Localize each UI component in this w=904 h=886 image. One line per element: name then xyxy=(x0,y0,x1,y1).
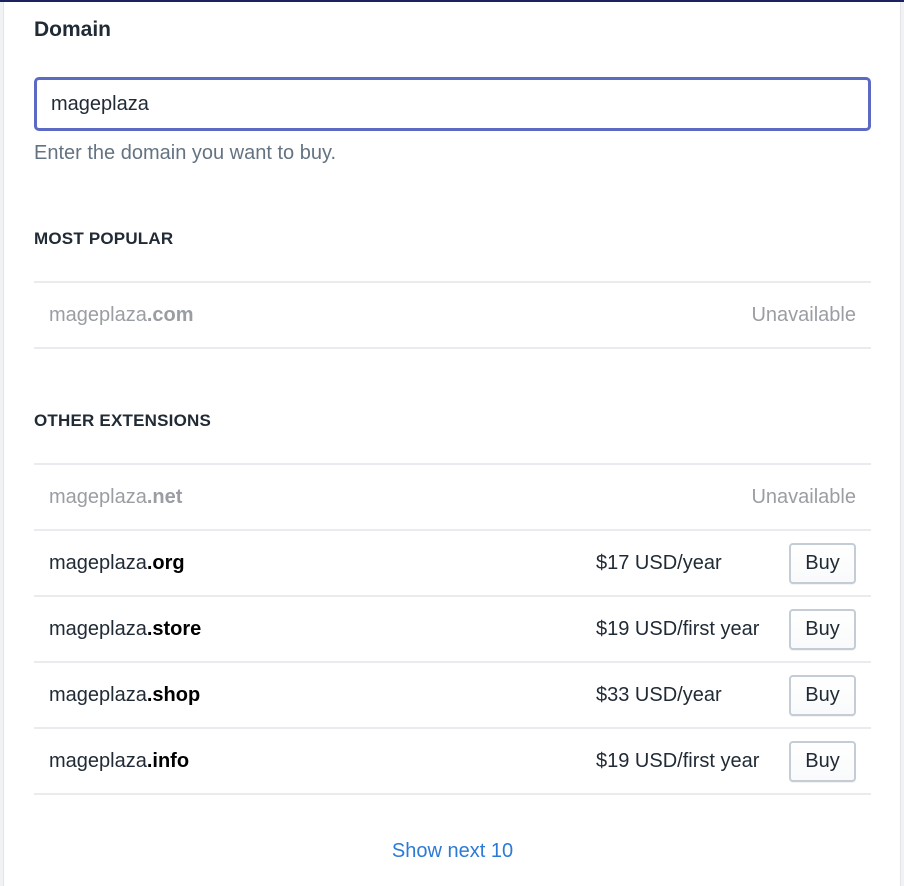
domain-row: mageplaza.org $17 USD/year Buy xyxy=(34,531,871,597)
top-bar xyxy=(0,0,904,2)
show-next-container: Show next 10 xyxy=(34,840,871,863)
domain-name: mageplaza.com xyxy=(49,304,194,327)
other-extensions-list: mageplaza.net Unavailable mageplaza.org … xyxy=(34,463,871,795)
domain-base: mageplaza xyxy=(49,485,147,508)
domain-price: $17 USD/year xyxy=(596,551,722,574)
domain-extension: .store xyxy=(146,617,202,640)
show-next-link[interactable]: Show next 10 xyxy=(392,840,513,862)
domain-price: $19 USD/first year xyxy=(596,617,760,640)
domain-base: mageplaza xyxy=(49,551,147,574)
availability-status: Unavailable xyxy=(751,485,856,508)
domain-extension: .shop xyxy=(146,683,201,706)
availability-status: Unavailable xyxy=(751,303,856,326)
domain-help-text: Enter the domain you want to buy. xyxy=(34,142,337,164)
domain-base: mageplaza xyxy=(49,303,147,326)
domain-extension: .com xyxy=(146,303,194,326)
domain-name: mageplaza.org xyxy=(49,552,185,575)
domain-row: mageplaza.net Unavailable xyxy=(34,465,871,531)
domain-row: mageplaza.info $19 USD/first year Buy xyxy=(34,729,871,795)
buy-button[interactable]: Buy xyxy=(789,542,856,584)
domain-price: $33 USD/year xyxy=(596,683,722,706)
domain-base: mageplaza xyxy=(49,749,147,772)
buy-button[interactable]: Buy xyxy=(789,608,856,650)
most-popular-heading: MOST POPULAR xyxy=(34,229,174,248)
domain-name: mageplaza.info xyxy=(49,750,189,773)
domain-name: mageplaza.store xyxy=(49,618,201,641)
domain-name: mageplaza.net xyxy=(49,486,182,509)
domain-row: mageplaza.com Unavailable xyxy=(34,283,871,349)
domain-price: $19 USD/first year xyxy=(596,749,760,772)
scrollbar[interactable] xyxy=(900,2,904,886)
domain-extension: .info xyxy=(146,749,190,772)
domain-base: mageplaza xyxy=(49,617,147,640)
domain-base: mageplaza xyxy=(49,683,147,706)
buy-button[interactable]: Buy xyxy=(789,740,856,782)
most-popular-list: mageplaza.com Unavailable xyxy=(34,281,871,349)
buy-button[interactable]: Buy xyxy=(789,674,856,716)
other-extensions-heading: OTHER EXTENSIONS xyxy=(34,411,212,430)
left-panel-edge xyxy=(0,2,4,886)
domain-extension: .org xyxy=(146,551,185,574)
domain-input[interactable] xyxy=(34,77,871,131)
domain-name: mageplaza.shop xyxy=(49,684,200,707)
domain-extension: .net xyxy=(146,485,183,508)
domain-row: mageplaza.store $19 USD/first year Buy xyxy=(34,597,871,663)
domain-row: mageplaza.shop $33 USD/year Buy xyxy=(34,663,871,729)
domain-field-label: Domain xyxy=(34,18,112,41)
